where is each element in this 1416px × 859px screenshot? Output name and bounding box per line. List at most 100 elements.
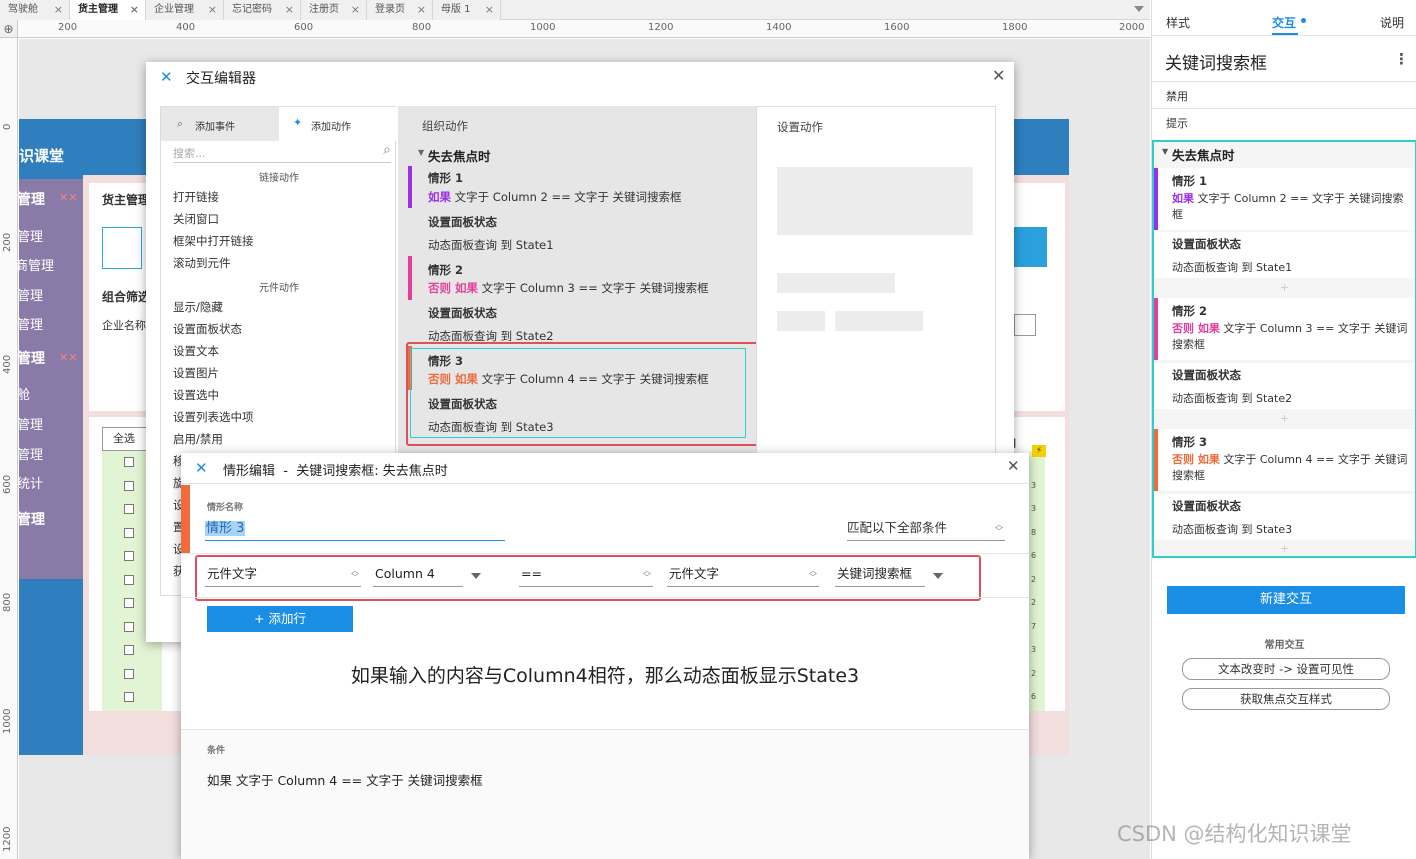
- action-set-image[interactable]: 设置图片: [173, 365, 219, 381]
- close-icon[interactable]: ✕: [1007, 457, 1020, 475]
- close-icon[interactable]: ×: [208, 0, 217, 20]
- close-icon[interactable]: ×: [485, 0, 494, 20]
- action-card[interactable]: 设置面板状态 动态面板查询 到 State3: [1154, 494, 1415, 540]
- case-2-name[interactable]: 情形 2: [428, 262, 463, 278]
- tab-label: 注册页: [309, 4, 339, 15]
- case-1-name[interactable]: 情形 1: [428, 170, 463, 186]
- action-card[interactable]: 设置面板状态 动态面板查询 到 State2: [1154, 363, 1415, 409]
- hint-option[interactable]: 提示: [1166, 115, 1188, 131]
- add-action-icon[interactable]: +: [1154, 280, 1415, 296]
- row-checkbox[interactable]: [124, 575, 134, 585]
- tab-notes[interactable]: 说明: [1380, 14, 1404, 31]
- nav-item[interactable]: 管理: [17, 348, 45, 368]
- chevron-down-icon[interactable]: ▼: [1162, 147, 1168, 156]
- match-condition-select[interactable]: 匹配以下全部条件 ︿ ﹀: [847, 517, 1005, 541]
- selected-widget[interactable]: [102, 227, 142, 269]
- case-card[interactable]: 情形 2 否则 如果 文字于 Column 3 == 文字于 关键词搜索框: [1154, 298, 1415, 360]
- case-name: 情形 3: [1172, 435, 1208, 449]
- disabled-option[interactable]: 禁用: [1166, 88, 1188, 104]
- close-icon[interactable]: ×: [54, 0, 63, 20]
- tab-owner-management[interactable]: 货主管理 ×: [70, 0, 146, 20]
- row-checkbox[interactable]: [124, 481, 134, 491]
- select-all-label: 全选: [113, 432, 135, 445]
- case-2-action[interactable]: 设置面板状态: [428, 305, 497, 321]
- tab-login[interactable]: 登录页 ×: [367, 0, 433, 20]
- tab-master-1[interactable]: 母版 1 ×: [433, 0, 501, 20]
- case-2-condition[interactable]: 否则 如果 文字于 Column 3 == 文字于 关键词搜索框: [428, 280, 709, 296]
- row-checkbox[interactable]: [124, 645, 134, 655]
- action-show-hide[interactable]: 显示/隐藏: [173, 299, 223, 315]
- row-checkbox[interactable]: [124, 692, 134, 702]
- close-icon[interactable]: ×: [417, 0, 426, 20]
- nav-item[interactable]: 管理: [17, 226, 43, 245]
- tabs-dropdown-icon[interactable]: [1134, 6, 1144, 12]
- row-checkbox[interactable]: [124, 457, 134, 467]
- more-options-icon[interactable]: ⋮: [1394, 50, 1409, 68]
- table-cell: 2: [1031, 598, 1037, 607]
- ruler-tick: 800: [2, 592, 13, 612]
- action-enable-disable[interactable]: 启用/禁用: [173, 431, 223, 447]
- row-checkbox[interactable]: [124, 551, 134, 561]
- tab-interactions[interactable]: 交互: [1272, 14, 1296, 31]
- row-checkbox[interactable]: [124, 622, 134, 632]
- row-checkbox[interactable]: [124, 528, 134, 538]
- nav-item[interactable]: 管理: [17, 444, 43, 463]
- common-interaction-button[interactable]: 文本改变时 -> 设置可见性: [1182, 658, 1390, 680]
- case-color-bar: [181, 485, 190, 553]
- action-open-in-frame[interactable]: 框架中打开链接: [173, 233, 254, 249]
- tab-add-event[interactable]: ⌕ 添加事件: [161, 107, 279, 141]
- widget-name[interactable]: 关键词搜索框: [1165, 49, 1267, 74]
- case-card[interactable]: 情形 3 否则 如果 文字于 Column 4 == 文字于 关键词搜索框: [1154, 429, 1415, 491]
- common-interaction-button[interactable]: 获取焦点交互样式: [1182, 688, 1390, 710]
- ruler-tick: 1600: [884, 22, 910, 33]
- close-icon[interactable]: ×: [351, 0, 360, 20]
- action-set-selected[interactable]: 设置选中: [173, 387, 219, 403]
- add-action-icon[interactable]: +: [1154, 542, 1415, 556]
- case-1-action[interactable]: 设置面板状态: [428, 214, 497, 230]
- new-interaction-button[interactable]: 新建交互: [1167, 586, 1405, 614]
- tab-label: 驾驶舱: [8, 4, 38, 15]
- input-field[interactable]: [1014, 314, 1036, 336]
- action-scroll-to[interactable]: 滚动到元件: [173, 255, 231, 271]
- action-set-text[interactable]: 设置文本: [173, 343, 219, 359]
- nav-item[interactable]: 舱: [17, 384, 30, 403]
- row-checkbox[interactable]: [124, 504, 134, 514]
- case-1-condition[interactable]: 如果 文字于 Column 2 == 文字于 关键词搜索框: [428, 189, 682, 205]
- action-card[interactable]: 设置面板状态 动态面板查询 到 State1: [1154, 232, 1415, 278]
- row-checkbox[interactable]: [124, 669, 134, 679]
- nav-item[interactable]: 管理: [17, 285, 43, 304]
- nav-item[interactable]: 商管理: [15, 255, 54, 274]
- action-set-panel-state[interactable]: 设置面板状态: [173, 321, 242, 337]
- action-open-link[interactable]: 打开链接: [173, 189, 219, 205]
- close-icon[interactable]: ×: [285, 0, 294, 20]
- nav-item[interactable]: 统计: [17, 473, 43, 492]
- collapse-icon[interactable]: ✕✕: [59, 351, 77, 364]
- query-button[interactable]: [1009, 227, 1047, 267]
- action-search-input[interactable]: 搜索... ⌕: [173, 142, 391, 163]
- nav-item[interactable]: 管理: [17, 189, 45, 209]
- case-1-detail[interactable]: 动态面板查询 到 State1: [428, 237, 554, 253]
- nav-item[interactable]: 管理: [17, 314, 43, 333]
- tab-company-management[interactable]: 企业管理 ×: [146, 0, 224, 20]
- case-card[interactable]: 情形 1 如果 文字于 Column 2 == 文字于 关键词搜索框: [1154, 168, 1415, 230]
- action-close-window[interactable]: 关闭窗口: [173, 211, 219, 227]
- ruler-tick: 1400: [766, 22, 792, 33]
- search-icon[interactable]: ⌕: [383, 142, 391, 158]
- action-set-list-selected[interactable]: 设置列表选中项: [173, 409, 254, 425]
- case-name-input[interactable]: 情形 3: [205, 517, 505, 541]
- add-action-icon[interactable]: +: [1154, 411, 1415, 427]
- row-checkbox[interactable]: [124, 598, 134, 608]
- tab-forgot-password[interactable]: 忘记密码 ×: [224, 0, 301, 20]
- action-detail: 动态面板查询 到 State3: [1172, 523, 1293, 536]
- close-icon[interactable]: ✕: [992, 66, 1005, 85]
- tab-add-action[interactable]: ✦ 添加动作: [279, 107, 397, 141]
- close-icon[interactable]: ×: [130, 0, 139, 20]
- collapse-icon[interactable]: ✕✕: [59, 191, 77, 204]
- nav-item[interactable]: 管理: [17, 509, 45, 529]
- chevron-down-icon[interactable]: ▼: [418, 148, 424, 157]
- tab-register[interactable]: 注册页 ×: [301, 0, 367, 20]
- tab-driving-cockpit[interactable]: 驾驶舱 ×: [0, 0, 70, 20]
- nav-item[interactable]: 管理: [17, 414, 43, 433]
- tab-style[interactable]: 样式: [1166, 14, 1190, 31]
- add-row-button[interactable]: + 添加行: [207, 606, 353, 632]
